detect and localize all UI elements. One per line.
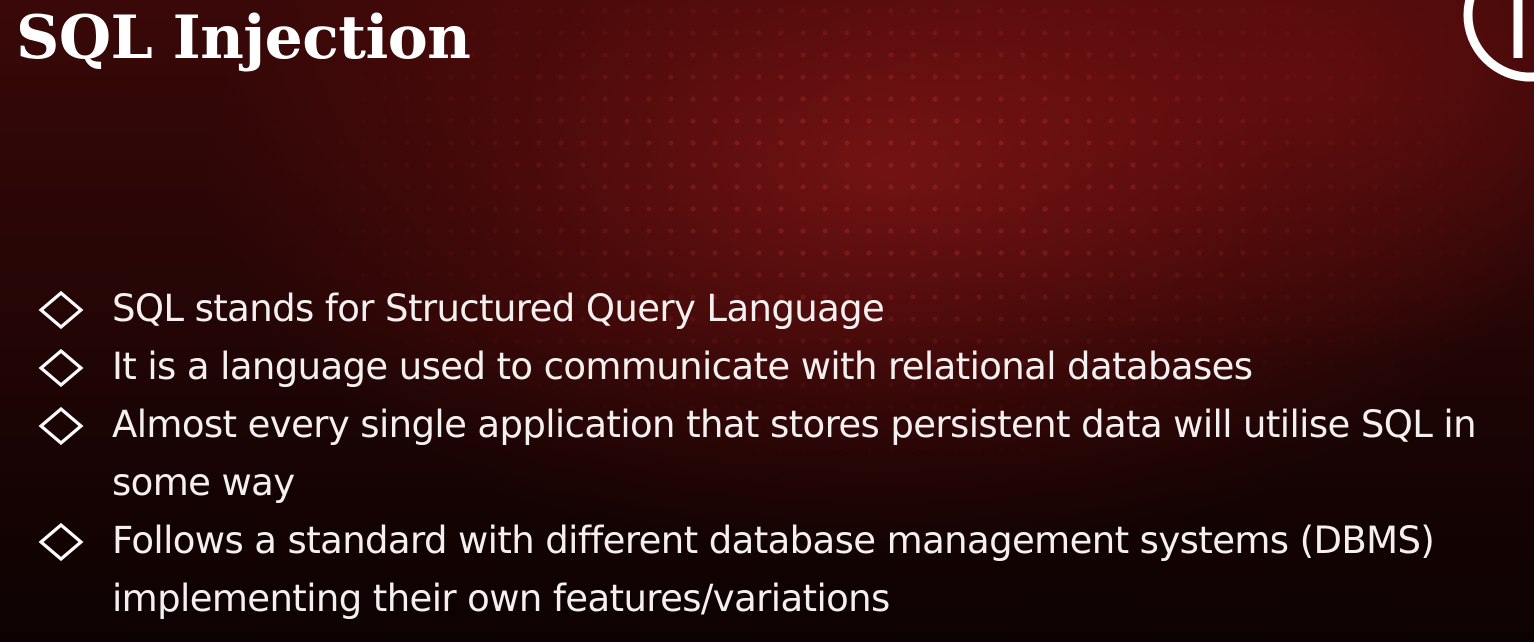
- bullet-text: Follows a standard with different databa…: [112, 519, 1435, 620]
- diamond-outline-icon: [38, 348, 84, 388]
- bullet-text: Almost every single application that sto…: [112, 403, 1477, 504]
- bullet-item: It is a language used to communicate wit…: [38, 338, 1528, 396]
- bullet-item: Follows a standard with different databa…: [38, 512, 1528, 628]
- bullet-text: SQL stands for Structured Query Language: [112, 287, 885, 330]
- bullet-item: SQL stands for Structured Query Language: [38, 280, 1528, 338]
- bullet-item: Almost every single application that sto…: [38, 396, 1528, 512]
- circle-logo-icon: [1463, 0, 1534, 82]
- slide-title: SQL Injection: [16, 3, 471, 73]
- bullet-list: SQL stands for Structured Query Language…: [38, 280, 1528, 628]
- diamond-outline-icon: [38, 406, 84, 446]
- bullet-text: It is a language used to communicate wit…: [112, 345, 1253, 388]
- diamond-outline-icon: [38, 522, 84, 562]
- slide: SQL Injection SQL stands for Structured …: [0, 0, 1534, 642]
- diamond-outline-icon: [38, 290, 84, 330]
